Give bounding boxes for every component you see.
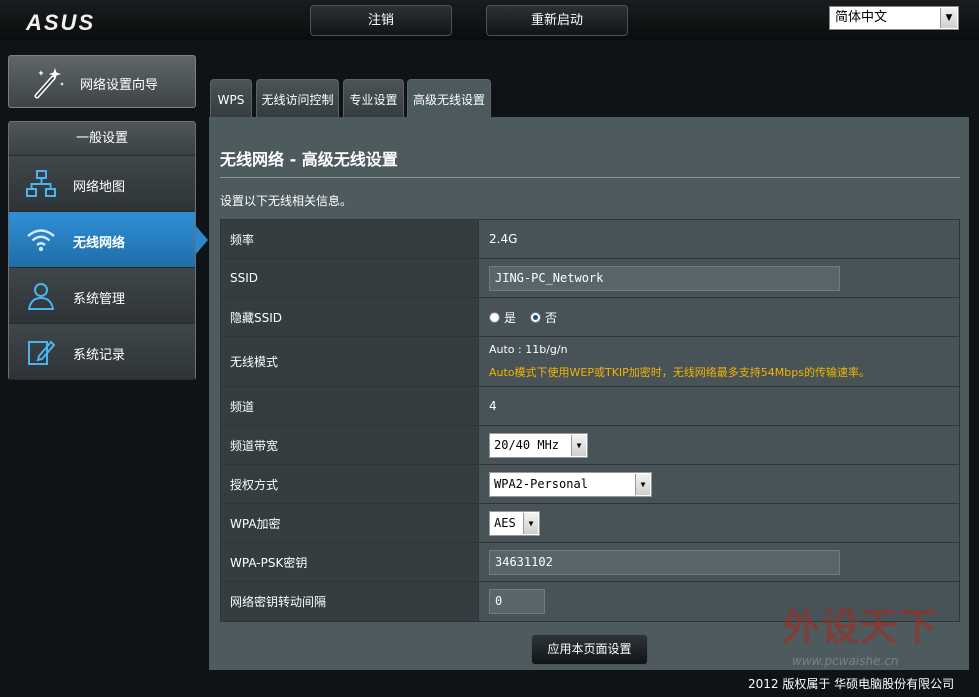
asus-logo: ASUS bbox=[26, 10, 96, 35]
chevron-down-icon: ▼ bbox=[523, 512, 538, 534]
sidebar-section-title: 一般设置 bbox=[9, 122, 195, 156]
wpa-encryption-select[interactable]: AES ▼ bbox=[489, 510, 540, 536]
reboot-button[interactable]: 重新启动 bbox=[486, 5, 628, 36]
bandwidth-select-value: 20/40 MHz bbox=[494, 437, 560, 452]
wireless-mode-label: 无线模式 bbox=[221, 337, 479, 386]
admin-user-icon bbox=[27, 283, 55, 310]
sidebar-item-label: 系统管理 bbox=[73, 292, 126, 307]
tab-wps[interactable]: WPS bbox=[210, 79, 252, 117]
sidebar-item-wireless[interactable]: 无线网络 bbox=[9, 212, 195, 268]
table-row: 授权方式 WPA2-Personal ▼ bbox=[221, 465, 959, 504]
magic-wand-icon bbox=[34, 68, 64, 99]
bandwidth-select[interactable]: 20/40 MHz ▼ bbox=[489, 432, 588, 458]
hide-ssid-yes-label: 是 bbox=[504, 310, 517, 325]
psk-key-input[interactable]: 34631102 bbox=[489, 549, 840, 575]
page-title: 无线网络 - 高级无线设置 bbox=[220, 150, 398, 169]
watermark-url: www.pcwaishe.cn bbox=[792, 654, 899, 668]
sidebar-item-system-log[interactable]: 系统记录 bbox=[9, 324, 195, 380]
network-map-icon bbox=[26, 170, 56, 197]
tab-access-control[interactable]: 无线访问控制 bbox=[256, 79, 339, 117]
sidebar-item-label: 网络地图 bbox=[73, 180, 126, 195]
hide-ssid-yes-radio[interactable] bbox=[489, 311, 500, 323]
active-item-pointer bbox=[196, 226, 208, 254]
log-edit-icon bbox=[28, 340, 56, 365]
table-row: 频率 2.4G bbox=[221, 220, 959, 259]
rekey-interval-label: 网络密钥转动间隔 bbox=[221, 582, 479, 621]
hide-ssid-no-label: 否 bbox=[545, 310, 558, 325]
auth-method-select[interactable]: WPA2-Personal ▼ bbox=[489, 471, 652, 497]
table-row: 无线模式 Auto : 11b/g/n Auto模式下使用WEP或TKIP加密时… bbox=[221, 337, 959, 387]
tab-advanced-wireless[interactable]: 高级无线设置 bbox=[407, 79, 491, 119]
wpa-encryption-label: WPA加密 bbox=[221, 504, 479, 542]
table-row: 频道带宽 20/40 MHz ▼ bbox=[221, 426, 959, 465]
tab-professional[interactable]: 专业设置 bbox=[343, 79, 404, 117]
watermark-logo: 外设天下 bbox=[782, 605, 939, 649]
band-label: 频率 bbox=[221, 220, 479, 258]
page-description: 设置以下无线相关信息。 bbox=[220, 194, 353, 208]
table-row: WPA-PSK密钥 34631102 bbox=[221, 543, 959, 582]
bandwidth-label: 频道带宽 bbox=[221, 426, 479, 464]
chevron-down-icon: ▼ bbox=[571, 434, 586, 456]
hide-ssid-radio-group: 是 否 bbox=[489, 309, 557, 326]
rekey-interval-input[interactable]: 0 bbox=[489, 589, 545, 614]
hide-ssid-label: 隐藏SSID bbox=[221, 298, 479, 336]
chevron-down-icon: ▼ bbox=[940, 8, 957, 28]
auth-method-label: 授权方式 bbox=[221, 465, 479, 503]
ssid-label: SSID bbox=[221, 259, 479, 297]
top-bar: ASUS 注销 重新启动 简体中文 ▼ bbox=[0, 0, 979, 40]
channel-value: 4 bbox=[479, 387, 959, 425]
sidebar-item-label: 无线网络 bbox=[73, 236, 126, 251]
table-row: 频道 4 bbox=[221, 387, 959, 426]
logout-button[interactable]: 注销 bbox=[310, 5, 452, 36]
wpa-encryption-select-value: AES bbox=[494, 515, 516, 530]
ssid-input[interactable]: JING-PC_Network bbox=[489, 265, 840, 291]
language-select[interactable]: 简体中文 ▼ bbox=[829, 6, 959, 30]
hide-ssid-no-radio[interactable] bbox=[530, 311, 542, 323]
content-panel: 无线网络 - 高级无线设置 设置以下无线相关信息。 频率 2.4G SSID J… bbox=[209, 117, 969, 670]
chevron-down-icon: ▼ bbox=[635, 473, 650, 495]
table-row: WPA加密 AES ▼ bbox=[221, 504, 959, 543]
wireless-mode-warning: Auto模式下使用WEP或TKIP加密时，无线网络最多支持54Mbps的传输速率… bbox=[489, 366, 870, 379]
channel-label: 频道 bbox=[221, 387, 479, 425]
wizard-label: 网络设置向导 bbox=[80, 78, 159, 93]
title-divider bbox=[220, 177, 960, 178]
table-row: 隐藏SSID 是 否 bbox=[221, 298, 959, 337]
sidebar-item-network-map[interactable]: 网络地图 bbox=[9, 156, 195, 212]
settings-table: 频率 2.4G SSID JING-PC_Network 隐藏SSID 是 否 bbox=[220, 219, 960, 622]
psk-key-label: WPA-PSK密钥 bbox=[221, 543, 479, 581]
sidebar-item-label: 系统记录 bbox=[73, 348, 126, 363]
language-select-value: 简体中文 bbox=[835, 10, 888, 25]
apply-settings-button[interactable]: 应用本页面设置 bbox=[531, 634, 648, 665]
sidebar-nav: 一般设置 网络地图 无线网络 系统管理 系统记录 bbox=[8, 121, 196, 380]
table-row: SSID JING-PC_Network bbox=[221, 259, 959, 298]
quick-setup-wizard-button[interactable]: 网络设置向导 bbox=[8, 55, 196, 108]
wireless-mode-value: Auto : 11b/g/n bbox=[489, 343, 568, 356]
wifi-icon bbox=[27, 229, 55, 252]
copyright-footer: 2012 版权属于 华硕电脑股份有限公司 bbox=[748, 677, 955, 691]
band-value: 2.4G bbox=[479, 220, 959, 258]
auth-method-select-value: WPA2-Personal bbox=[494, 476, 588, 491]
sidebar-item-administration[interactable]: 系统管理 bbox=[9, 268, 195, 324]
